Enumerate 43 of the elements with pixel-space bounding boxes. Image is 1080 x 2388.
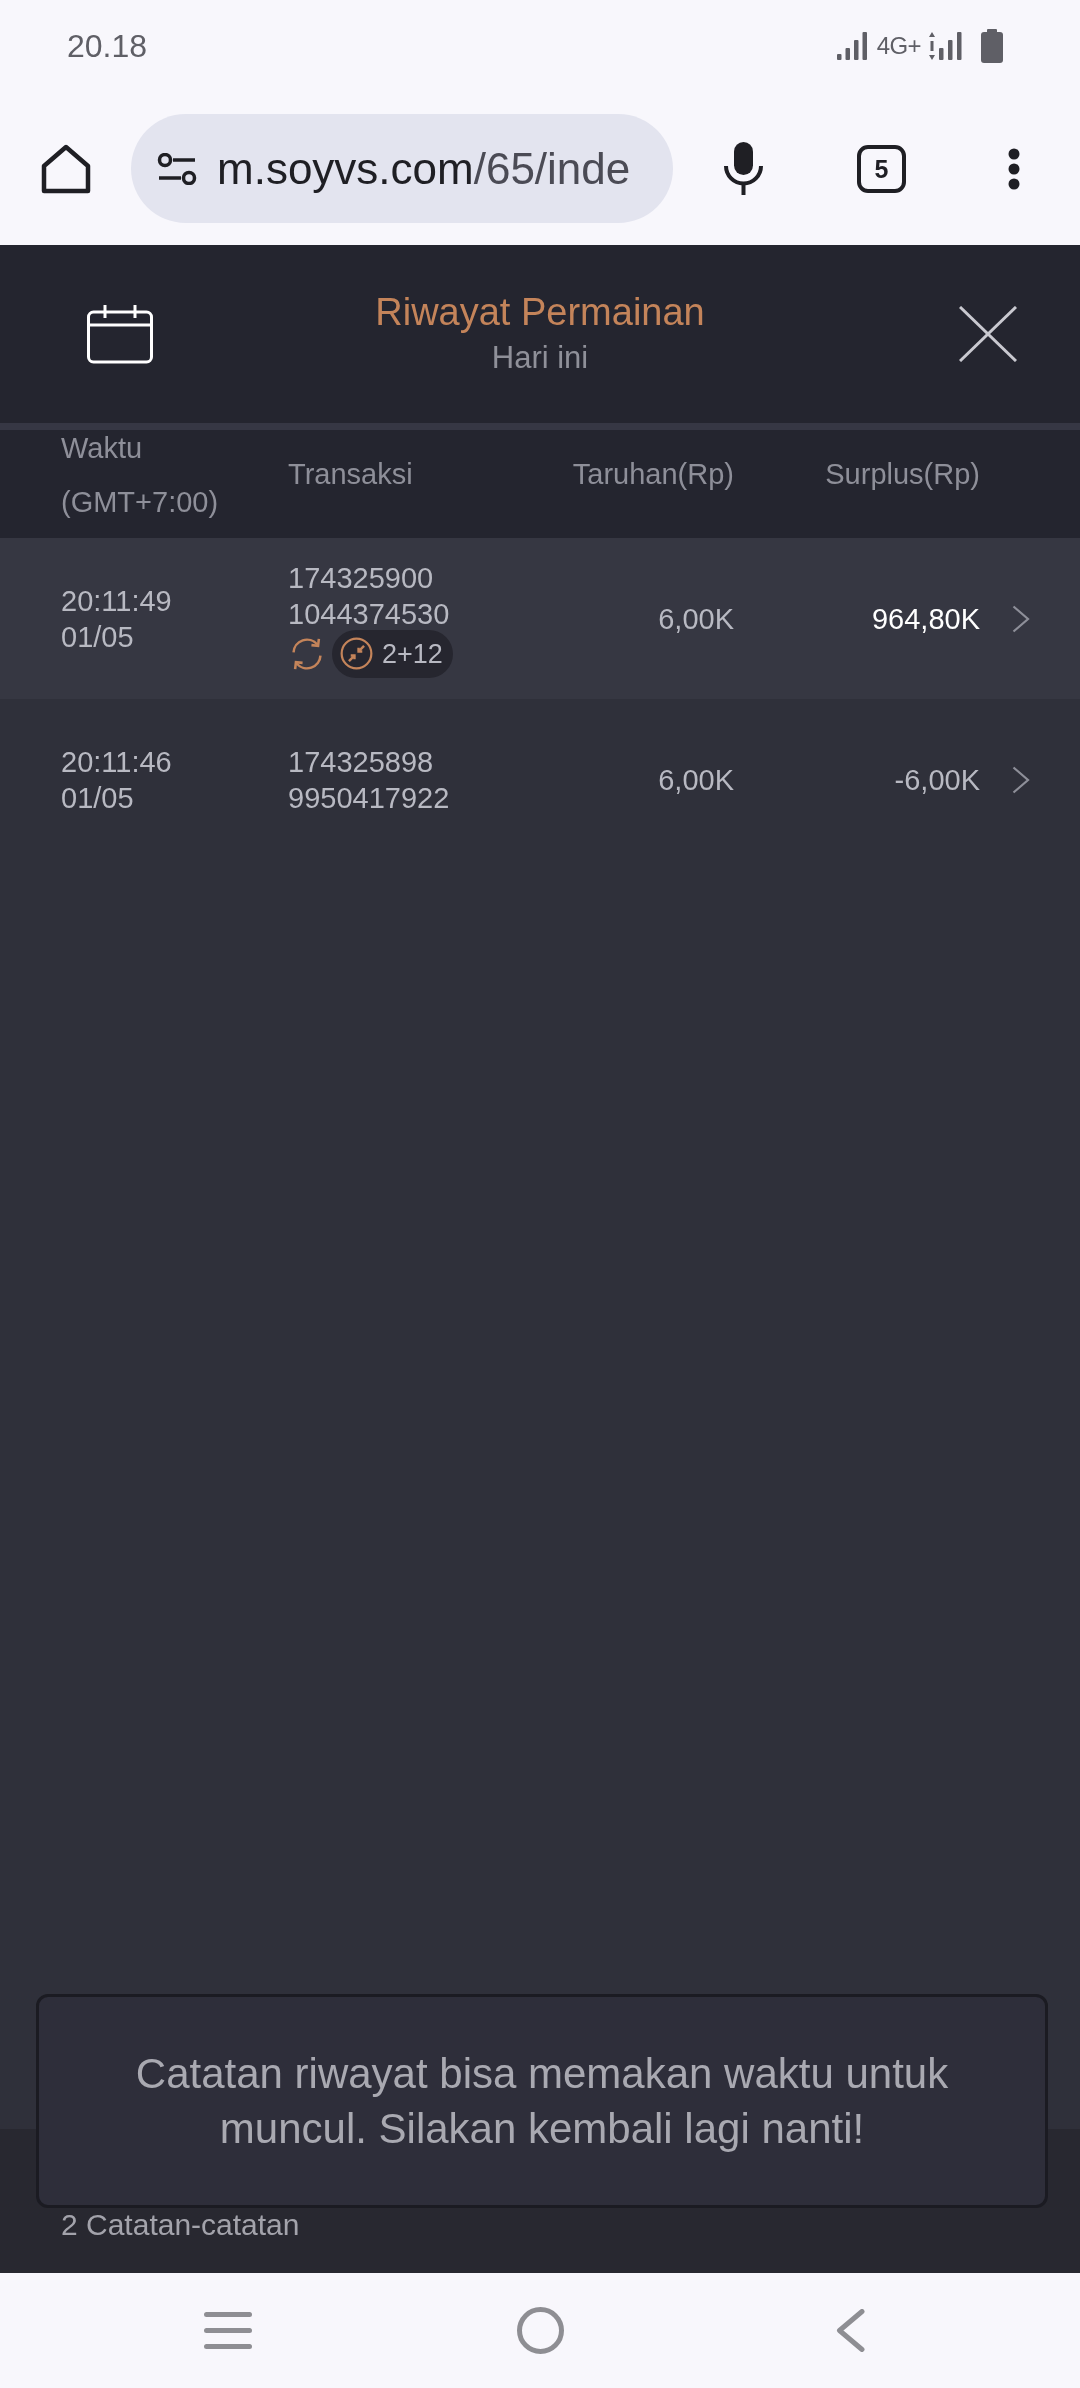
history-row[interactable]: 20:11:49 01/05 174325900 1044374530 2+12 6,00K 964,80K bbox=[0, 538, 1080, 699]
network-type: 4G+ bbox=[876, 32, 921, 60]
inward-arrows-icon bbox=[340, 637, 373, 670]
site-settings-icon[interactable] bbox=[157, 152, 197, 185]
surplus-amount: 964,80K bbox=[871, 601, 980, 637]
tab-switcher-button[interactable]: 5 bbox=[857, 144, 906, 193]
home-circle-icon[interactable] bbox=[517, 2307, 564, 2354]
column-header: Surplus(Rp) bbox=[825, 457, 980, 492]
column-header: Transaksi bbox=[288, 457, 413, 492]
surplus-amount: -6,00K bbox=[894, 762, 980, 798]
url-text: m.soyvs.com/65/inde bbox=[217, 142, 631, 195]
time-text: 20:11:49 bbox=[61, 583, 172, 619]
transaction-id: 9950417922 bbox=[288, 780, 450, 816]
toast-message: Catatan riwayat bisa memakan waktu untuk muncul. Silakan kembali lagi nanti! bbox=[36, 1994, 1048, 2208]
signal-icon bbox=[836, 32, 867, 60]
column-header-subtitle: (GMT+7:00) bbox=[61, 485, 219, 520]
back-icon[interactable] bbox=[836, 2309, 865, 2352]
date-text: 01/05 bbox=[61, 780, 134, 816]
transaction-id: 174325900 bbox=[288, 560, 434, 596]
chevron-right-icon[interactable] bbox=[1012, 765, 1030, 794]
column-header: Taruhan(Rp) bbox=[572, 457, 734, 492]
page-title: Riwayat Permainan bbox=[375, 290, 705, 334]
address-field[interactable]: m.soyvs.com/65/inde bbox=[131, 114, 673, 223]
bet-amount: 6,00K bbox=[658, 601, 734, 637]
battery-icon bbox=[981, 29, 1003, 63]
transaction-id: 1044374530 bbox=[288, 596, 450, 632]
calendar-icon[interactable] bbox=[87, 304, 153, 364]
time-text: 20:11:46 bbox=[61, 744, 172, 780]
record-count: 2 Catatan-catatan bbox=[61, 2208, 300, 2241]
clock-time: 20.18 bbox=[67, 27, 148, 65]
home-icon[interactable] bbox=[41, 143, 91, 194]
feature-count: 2+12 bbox=[382, 637, 443, 670]
microphone-icon[interactable] bbox=[723, 142, 764, 195]
date-range-label: Hari ini bbox=[491, 339, 589, 377]
bet-amount: 6,00K bbox=[658, 762, 734, 798]
close-icon[interactable] bbox=[959, 306, 1017, 362]
signal-icon bbox=[929, 32, 963, 60]
menu-icon[interactable] bbox=[204, 2312, 252, 2349]
chevron-right-icon[interactable] bbox=[1012, 604, 1030, 633]
column-header: Waktu bbox=[61, 431, 143, 466]
more-options-icon[interactable] bbox=[1008, 147, 1020, 190]
date-text: 01/05 bbox=[61, 619, 134, 655]
transaction-id: 174325898 bbox=[288, 744, 434, 780]
